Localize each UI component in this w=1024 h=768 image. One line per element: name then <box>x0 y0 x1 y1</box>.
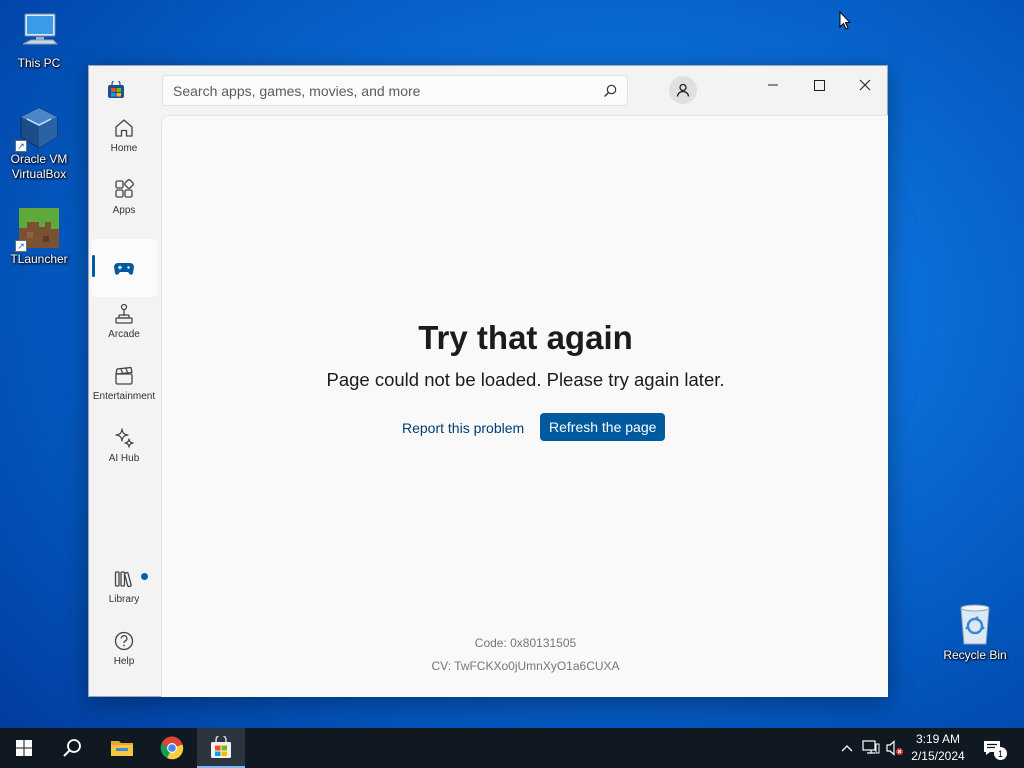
clock-date: 2/15/2024 <box>911 749 965 763</box>
home-icon <box>115 118 133 137</box>
taskbar-search-button[interactable] <box>48 728 96 768</box>
recycle-bin-icon <box>953 602 997 646</box>
refresh-page-button[interactable]: Refresh the page <box>540 413 666 441</box>
nav-library[interactable]: Library <box>91 557 157 615</box>
nav-label: Library <box>108 593 140 605</box>
nav-arcade[interactable]: Arcade <box>91 292 157 350</box>
chrome-icon <box>160 736 184 760</box>
help-icon <box>114 631 134 650</box>
report-problem-button[interactable]: Report this problem <box>392 414 534 442</box>
search-box[interactable] <box>162 75 628 106</box>
nav-label: Home <box>110 142 138 154</box>
nav-label: Arcade <box>108 328 140 340</box>
nav-label: Apps <box>112 204 136 216</box>
maximize-icon <box>813 79 825 91</box>
nav-label: Entertainment <box>92 390 156 402</box>
correlation-vector: CV: TwFCKXo0jUmnXyO1a6CUXA <box>431 659 620 673</box>
shortcut-arrow-icon: ↗ <box>15 240 27 252</box>
apps-icon <box>115 178 134 198</box>
joystick-icon <box>115 303 133 324</box>
desktop-icon-label: This PC <box>17 56 61 70</box>
account-avatar[interactable] <box>669 76 697 104</box>
close-button[interactable] <box>842 70 888 100</box>
desktop-icon-tlauncher[interactable]: ↗ TLauncher <box>1 206 77 267</box>
network-icon <box>862 740 880 754</box>
volume-button[interactable] <box>885 738 905 758</box>
chevron-up-icon <box>841 745 853 752</box>
chrome-button[interactable] <box>148 728 196 768</box>
microsoft-store-icon <box>211 736 231 758</box>
person-icon <box>676 83 690 97</box>
library-icon <box>114 570 132 587</box>
microsoft-store-window: Home Apps Arcade En <box>88 65 888 697</box>
system-clock[interactable]: 3:19 AM 2/15/2024 <box>905 731 971 765</box>
start-icon <box>16 740 32 756</box>
volume-muted-icon <box>886 740 903 756</box>
virtualbox-icon: ↗ <box>15 106 61 152</box>
computer-icon <box>17 10 61 54</box>
desktop-icon-recycle-bin[interactable]: Recycle Bin <box>937 602 1013 663</box>
content-pane: Try that again Page could not be loaded.… <box>161 115 888 697</box>
search-icon[interactable] <box>603 84 617 103</box>
clapperboard-icon <box>115 366 133 385</box>
nav-home[interactable]: Home <box>91 106 157 164</box>
file-explorer-button[interactable] <box>98 728 146 768</box>
microsoft-store-taskbar-button[interactable] <box>197 728 245 768</box>
desktop-icon-label: Oracle VM VirtualBox <box>10 152 68 181</box>
error-title: Try that again <box>418 319 633 356</box>
active-indicator <box>92 255 95 277</box>
taskbar: 3:19 AM 2/15/2024 1 <box>0 728 1024 768</box>
desktop-icon-label: Recycle Bin <box>943 648 1007 662</box>
nav-label: AI Hub <box>108 452 140 464</box>
show-hidden-icons-button[interactable] <box>837 738 857 758</box>
tlauncher-icon: ↗ <box>15 206 61 252</box>
error-subtitle: Page could not be loaded. Please try aga… <box>326 369 725 390</box>
close-icon <box>859 79 871 91</box>
nav-apps[interactable]: Apps <box>91 168 157 226</box>
minimize-button[interactable] <box>750 70 796 100</box>
maximize-button[interactable] <box>796 70 842 100</box>
nav-gaming[interactable] <box>91 239 157 297</box>
gamepad-icon <box>114 263 134 275</box>
error-code: Code: 0x80131505 <box>474 636 577 650</box>
minimize-icon <box>768 84 778 86</box>
desktop-icon-virtualbox[interactable]: ↗ Oracle VM VirtualBox <box>1 106 77 182</box>
mouse-cursor-icon <box>839 10 852 35</box>
nav-label: Help <box>113 655 135 667</box>
desktop-icon-this-pc[interactable]: This PC <box>1 10 77 71</box>
notification-count-badge: 1 <box>994 747 1007 760</box>
shortcut-arrow-icon: ↗ <box>15 140 27 152</box>
network-button[interactable] <box>861 738 881 758</box>
start-button[interactable] <box>0 728 48 768</box>
store-logo-icon <box>107 79 125 99</box>
library-update-badge <box>141 573 148 580</box>
search-icon <box>63 739 81 757</box>
sparkle-icon <box>115 427 134 448</box>
file-explorer-icon <box>111 741 133 756</box>
search-input[interactable] <box>173 82 593 99</box>
desktop-icon-label: TLauncher <box>10 252 68 266</box>
nav-entertainment[interactable]: Entertainment <box>91 354 157 412</box>
clock-time: 3:19 AM <box>915 732 961 746</box>
nav-help[interactable]: Help <box>91 619 157 677</box>
nav-ai-hub[interactable]: AI Hub <box>91 416 157 474</box>
